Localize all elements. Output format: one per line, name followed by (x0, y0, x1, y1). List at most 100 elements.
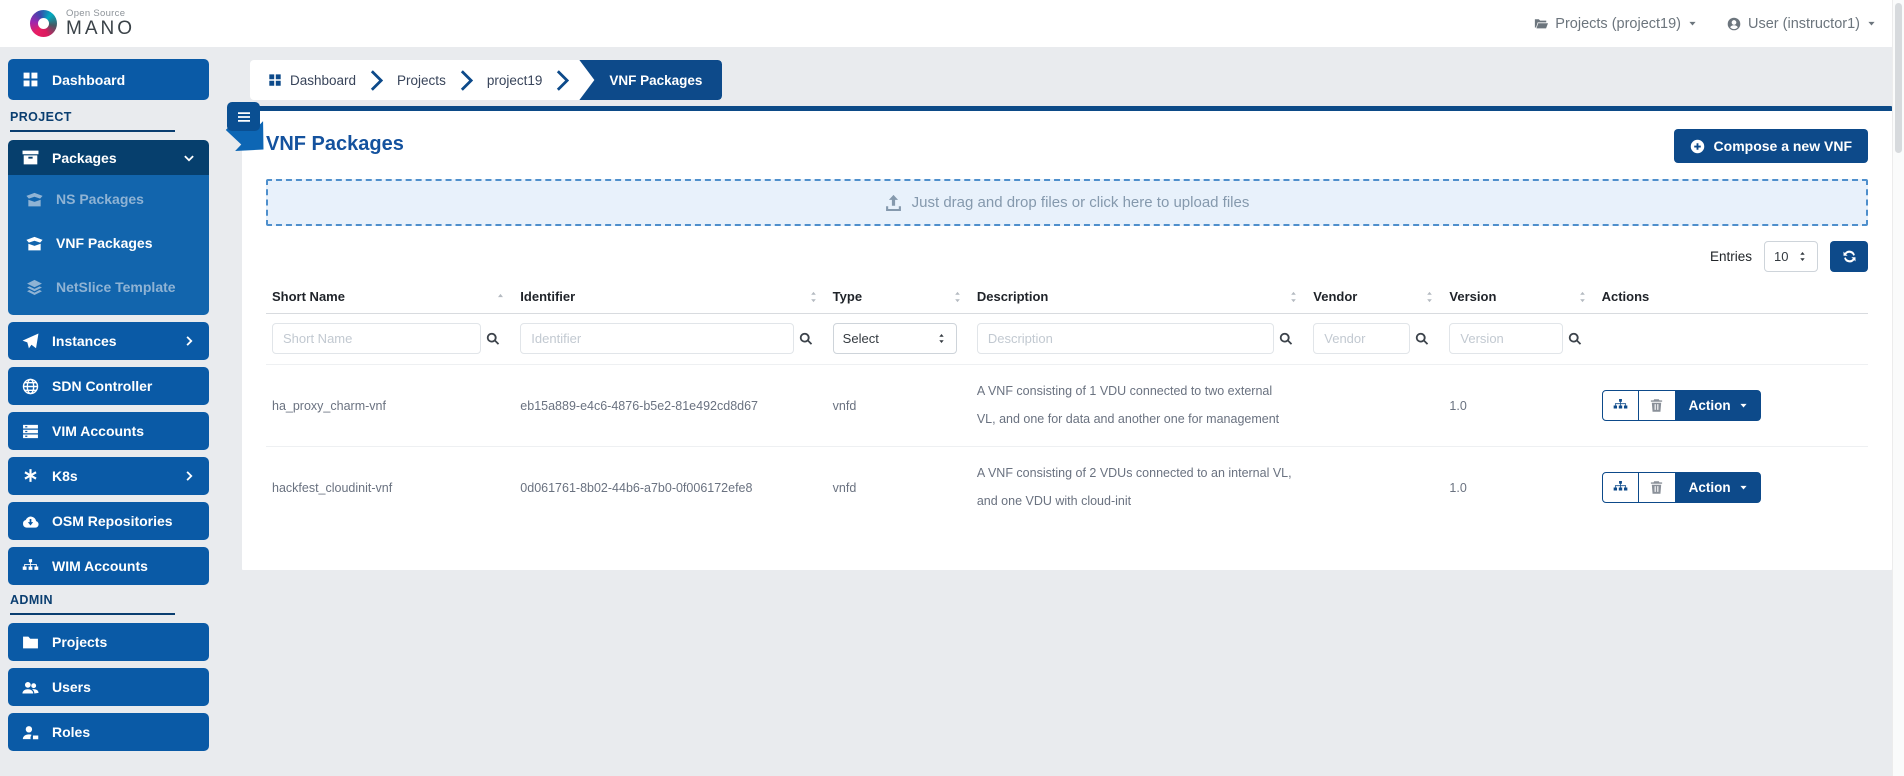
filter-row: Select (266, 314, 1868, 365)
sidebar-item-vim-accounts[interactable]: VIM Accounts (8, 412, 209, 450)
row-actions: Action (1602, 472, 1854, 503)
sort-icon (1577, 290, 1588, 303)
chevron-separator-icon (556, 70, 569, 91)
sidebar-item-netslice-template[interactable]: NetSlice Template (8, 265, 209, 309)
projects-menu[interactable]: Projects (project19) (1534, 16, 1697, 32)
cloud-download-icon (22, 513, 39, 530)
sidebar-item-label: Projects (52, 634, 107, 650)
sidebar-item-wim-accounts[interactable]: WIM Accounts (8, 547, 209, 585)
cell-description: A VNF consisting of 2 VDUs connected to … (971, 447, 1307, 529)
sidebar-item-label: K8s (52, 468, 78, 484)
breadcrumb-label: project19 (487, 73, 543, 88)
scrollbar-thumb[interactable] (1895, 3, 1902, 153)
folder-open-icon (1534, 17, 1548, 31)
trash-icon (1649, 480, 1664, 495)
sidebar: Dashboard PROJECT Packages NS Packages V… (0, 47, 217, 776)
column-header-identifier[interactable]: Identifier (514, 280, 826, 314)
sidebar-item-users[interactable]: Users (8, 668, 209, 706)
table-row: hackfest_cloudinit-vnf 0d061761-8b02-44b… (266, 447, 1868, 529)
sidebar-item-dashboard[interactable]: Dashboard (8, 59, 209, 100)
breadcrumb: Dashboard Projects project19 VNF Package… (250, 60, 722, 100)
folder-icon (22, 634, 39, 651)
chevron-right-icon (183, 335, 195, 347)
sidebar-item-label: OSM Repositories (52, 513, 173, 529)
osm-logo: Open Source MANO (30, 9, 135, 39)
sidebar-item-ns-packages[interactable]: NS Packages (8, 177, 209, 221)
cell-type: vnfd (827, 365, 971, 447)
packages-submenu: NS Packages VNF Packages NetSlice Templa… (8, 175, 209, 315)
sidebar-item-k8s[interactable]: K8s (8, 457, 209, 495)
sidebar-item-label: Dashboard (52, 72, 125, 88)
vendor-filter-input[interactable] (1313, 323, 1410, 354)
view-topology-button[interactable] (1602, 472, 1639, 503)
breadcrumb-vnf-packages[interactable]: VNF Packages (579, 60, 722, 100)
sidebar-item-sdn-controller[interactable]: SDN Controller (8, 367, 209, 405)
chevron-down-icon (183, 152, 195, 164)
chevron-right-icon (183, 470, 195, 482)
version-filter-input[interactable] (1449, 323, 1562, 354)
caret-down-icon (1739, 483, 1748, 492)
short-name-filter-input[interactable] (272, 323, 481, 354)
user-circle-icon (1727, 17, 1741, 31)
search-icon (799, 332, 813, 346)
breadcrumb-project19[interactable]: project19 (487, 73, 543, 88)
refresh-button[interactable] (1830, 241, 1868, 272)
sidebar-item-vnf-packages[interactable]: VNF Packages (8, 221, 209, 265)
column-header-vendor[interactable]: Vendor (1307, 280, 1443, 314)
breadcrumb-projects[interactable]: Projects (397, 73, 446, 88)
column-header-version[interactable]: Version (1443, 280, 1595, 314)
sidebar-section-admin-label: ADMIN (10, 593, 175, 615)
user-menu[interactable]: User (instructor1) (1727, 16, 1876, 32)
sidebar-item-label: VIM Accounts (52, 423, 144, 439)
dropzone-text: Just drag and drop files or click here t… (912, 194, 1250, 211)
server-icon (22, 423, 39, 440)
sort-icon (1424, 290, 1435, 303)
sidebar-item-osm-repositories[interactable]: OSM Repositories (8, 502, 209, 540)
vnf-packages-table: Short Name Identifier Type Descript (266, 280, 1868, 528)
grid-icon (22, 71, 39, 88)
table-row: ha_proxy_charm-vnf eb15a889-e4c6-4876-b5… (266, 365, 1868, 447)
action-dropdown-button[interactable]: Action (1676, 390, 1761, 421)
sidebar-toggle-button[interactable] (227, 102, 260, 131)
cell-vendor (1307, 447, 1443, 529)
cell-type: vnfd (827, 447, 971, 529)
sidebar-item-instances[interactable]: Instances (8, 322, 209, 360)
sidebar-item-packages[interactable]: Packages (8, 140, 209, 175)
file-upload-dropzone[interactable]: Just drag and drop files or click here t… (266, 179, 1868, 226)
sidebar-item-projects[interactable]: Projects (8, 623, 209, 661)
page-scrollbar (1892, 0, 1904, 776)
description-filter-input[interactable] (977, 323, 1274, 354)
type-filter-select[interactable]: Select (833, 323, 957, 354)
refresh-icon (1842, 249, 1857, 264)
asterisk-icon (22, 468, 39, 485)
cell-version: 1.0 (1443, 447, 1595, 529)
column-label: Identifier (520, 289, 575, 304)
top-header: Open Source MANO Projects (project19) Us… (0, 0, 1904, 47)
page-title: VNF Packages (266, 129, 404, 156)
column-label: Actions (1602, 289, 1650, 304)
sort-icon (952, 290, 963, 303)
sidebar-item-roles[interactable]: Roles (8, 713, 209, 751)
entries-per-page-select[interactable]: 10 (1764, 241, 1818, 272)
view-topology-button[interactable] (1602, 390, 1639, 421)
osm-logo-icon (30, 10, 57, 37)
plus-circle-icon (1690, 139, 1705, 154)
user-role-icon (22, 724, 39, 741)
layers-icon (26, 279, 43, 296)
box-icon (22, 149, 39, 166)
identifier-filter-input[interactable] (520, 323, 793, 354)
sort-icon (808, 290, 819, 303)
breadcrumb-dashboard[interactable]: Dashboard (268, 73, 356, 88)
column-header-description[interactable]: Description (971, 280, 1307, 314)
column-header-short-name[interactable]: Short Name (266, 280, 514, 314)
sidebar-item-label: Packages (52, 150, 117, 166)
column-header-type[interactable]: Type (827, 280, 971, 314)
action-dropdown-button[interactable]: Action (1676, 472, 1761, 503)
breadcrumb-label: Dashboard (290, 73, 356, 88)
updown-caret-icon (936, 333, 947, 344)
delete-button[interactable] (1639, 390, 1676, 421)
delete-button[interactable] (1639, 472, 1676, 503)
sidebar-item-label: Users (52, 679, 91, 695)
column-label: Short Name (272, 289, 345, 304)
compose-new-vnf-button[interactable]: Compose a new VNF (1674, 129, 1868, 163)
